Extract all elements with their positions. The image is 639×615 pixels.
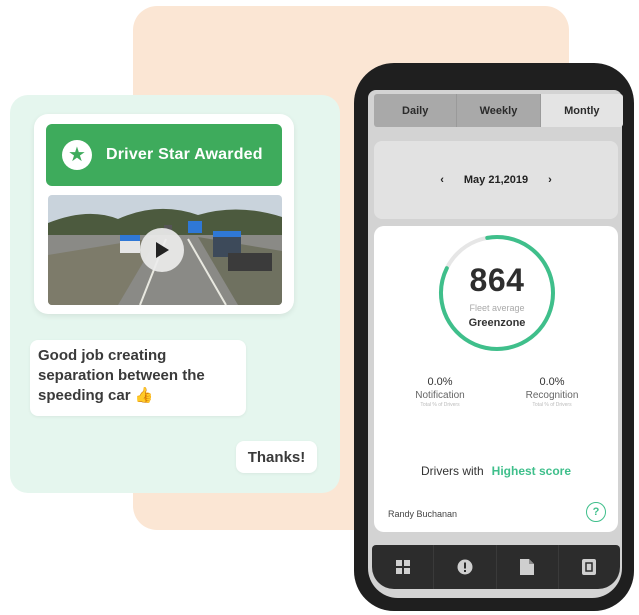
tab-daily[interactable]: Daily [374,94,458,127]
play-icon [156,242,169,258]
stat-recognition: 0.0% Recognition Total % of Drivers [507,376,597,408]
grid-icon [395,560,410,574]
score-zone: Greenzone [468,317,526,329]
highest-score-link[interactable]: Highest score [492,464,571,478]
help-icon[interactable]: ? [586,502,606,522]
tab-weekly[interactable]: Weekly [457,94,541,127]
chevron-right-icon[interactable]: › [548,174,552,186]
stat-label: Notification [415,390,465,401]
driver-name: Randy Buchanan [388,509,458,519]
stat-value: 0.0% [539,376,565,388]
document-icon [520,559,535,575]
stat-sublabel: Total % of Drivers [420,402,460,408]
drivers-prefix: Drivers with [420,464,484,478]
score-caption: Fleet average [469,303,525,313]
nav-alerts[interactable] [434,545,497,589]
stat-value: 0.0% [427,376,453,388]
tab-monthly[interactable]: Montly [540,94,623,127]
bottom-navigation [372,545,620,589]
stat-notification: 0.0% Notification Total % of Drivers [395,376,485,408]
chevron-left-icon[interactable]: ‹ [440,174,444,186]
stat-label: Recognition [525,390,579,401]
drivers-heading: Drivers with Highest score [374,464,618,478]
date-navigator: ‹ May 21,2019 › [374,141,618,219]
star-icon: ★ [62,140,92,170]
chat-message: Good job creating separation between the… [30,340,246,416]
nav-reports[interactable] [559,545,620,589]
award-title: Driver Star Awarded [106,146,263,163]
nav-documents[interactable] [497,545,559,589]
nav-dashboard[interactable] [372,545,435,589]
current-date: May 21,2019 [463,174,529,186]
chat-reply-button[interactable]: Thanks! [236,441,317,473]
score-value: 864 [469,262,525,298]
play-button[interactable] [140,228,184,272]
stat-sublabel: Total % of Drivers [532,402,572,408]
alert-icon [457,559,473,575]
period-tabs: Daily Weekly Montly [374,94,623,127]
report-icon [582,559,597,575]
driver-star-banner: ★ Driver Star Awarded [46,124,282,186]
